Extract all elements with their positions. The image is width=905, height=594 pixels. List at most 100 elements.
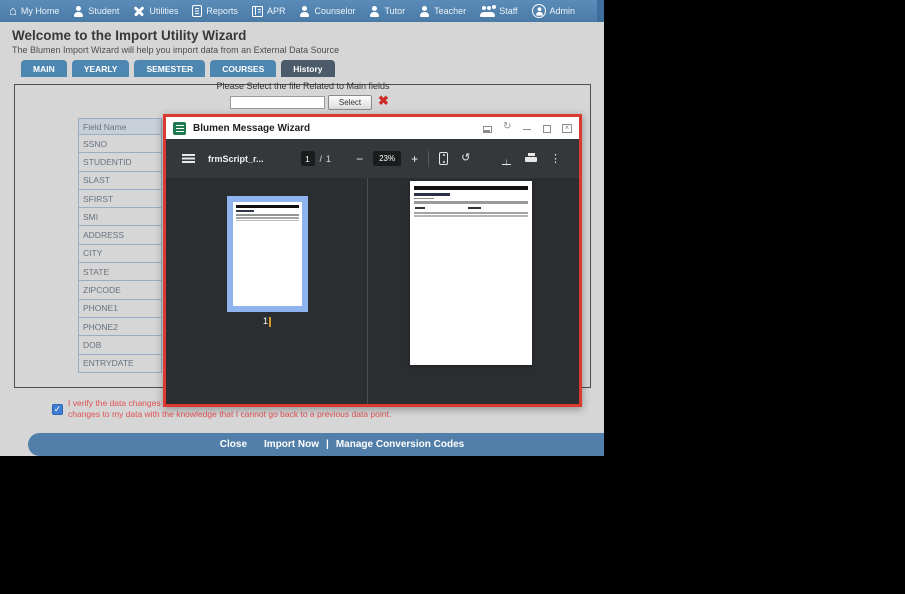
table-row[interactable]: PHONE2 [78, 317, 162, 337]
file-path-input[interactable] [230, 96, 325, 109]
text-cursor [269, 316, 271, 327]
table-row[interactable]: PHONE1 [78, 299, 162, 318]
nav-label: My Home [20, 6, 60, 16]
nav-label: Staff [499, 6, 518, 16]
minimize-icon[interactable] [523, 124, 532, 133]
nav-item-counselor[interactable]: Counselor [292, 0, 362, 22]
document-icon [173, 121, 186, 135]
home-icon [9, 6, 17, 17]
page-title: Welcome to the Import Utility Wizard [12, 28, 247, 43]
rotate-icon[interactable] [461, 153, 470, 164]
field-table: Field Name SSNO STUDENTID SLAST SFIRST S… [78, 118, 162, 373]
page-separator: / [319, 153, 323, 164]
nav-label: Tutor [384, 6, 406, 16]
teacher-icon [419, 5, 430, 17]
nav-item-student[interactable]: Student [66, 0, 126, 22]
nav-item-staff[interactable]: Staff [473, 0, 524, 22]
page-preview-pane [368, 178, 579, 404]
apr-icon [251, 5, 263, 17]
footer-action-bar: Close Import Now | Manage Conversion Cod… [28, 433, 604, 456]
table-row[interactable]: SFIRST [78, 189, 162, 209]
maximize-icon[interactable] [543, 124, 551, 133]
pdf-page-preview [410, 181, 532, 365]
more-options-icon[interactable] [550, 152, 561, 165]
nav-label: Utilities [149, 6, 179, 16]
verify-checkbox[interactable]: ✓ [52, 404, 63, 415]
fit-page-icon[interactable] [439, 152, 449, 165]
navbar-edge [597, 0, 604, 22]
download-icon[interactable] [501, 152, 512, 165]
table-row[interactable]: SSNO [78, 135, 162, 154]
tutor-icon [369, 5, 380, 17]
table-row[interactable]: DOB [78, 336, 162, 355]
table-row[interactable]: CITY [78, 244, 162, 264]
tab-courses[interactable]: COURSES [210, 60, 277, 77]
page-subtitle: The Blumen Import Wizard will help you i… [12, 45, 340, 55]
restore-window-icon[interactable] [483, 125, 492, 133]
page-total: 1 [326, 153, 332, 164]
verify-line-2: changes to my data with the knowledge th… [68, 408, 392, 419]
close-icon[interactable] [562, 124, 572, 133]
nav-label: APR [266, 6, 286, 16]
blumen-message-wizard-modal: Blumen Message Wizard frmScript_r... 1 /… [163, 114, 582, 407]
tab-history[interactable]: History [281, 60, 335, 77]
pdf-content-area: 1 [166, 178, 579, 404]
page-number-input[interactable]: 1 [300, 151, 315, 166]
admin-icon [531, 4, 546, 18]
wizard-tabs: MAIN YEARLY SEMESTER COURSES History [21, 60, 335, 77]
import-now-button[interactable]: Import Now [264, 439, 319, 450]
nav-item-utilities[interactable]: Utilities [126, 0, 185, 22]
nav-item-admin[interactable]: Admin [525, 0, 583, 22]
refresh-icon[interactable] [503, 121, 512, 133]
top-navbar: My Home Student Utilities Reports APR Co… [0, 0, 604, 22]
app-window: My Home Student Utilities Reports APR Co… [0, 0, 604, 456]
file-select-prompt: Please Select the file Related to Main f… [216, 81, 390, 91]
table-row[interactable]: ENTRYDATE [78, 354, 162, 373]
modal-titlebar: Blumen Message Wizard [166, 117, 579, 139]
table-row[interactable]: STATE [78, 263, 162, 282]
nav-item-reports[interactable]: Reports [185, 0, 245, 22]
nav-label: Student [88, 6, 120, 16]
pdf-toolbar: frmScript_r... 1 / 1 − 23% + [166, 139, 579, 178]
close-button[interactable]: Close [220, 439, 247, 450]
zoom-out-button[interactable]: − [356, 152, 363, 166]
nav-item-apr[interactable]: APR [245, 0, 293, 22]
page-thumbnail-selected[interactable] [227, 196, 308, 312]
counselor-icon [299, 5, 310, 17]
thumbnail-pane: 1 [166, 178, 368, 404]
nav-label: Counselor [314, 6, 356, 16]
reports-icon [192, 5, 203, 17]
print-icon[interactable] [525, 153, 537, 164]
footer-divider: | [326, 439, 329, 450]
tab-yearly[interactable]: YEARLY [71, 60, 130, 77]
table-row[interactable]: SMI [78, 208, 162, 227]
clear-file-icon[interactable]: ✖ [378, 93, 389, 109]
nav-item-teacher[interactable]: Teacher [412, 0, 473, 22]
student-icon [73, 5, 84, 17]
table-row[interactable]: STUDENTID [78, 153, 162, 172]
toolbar-divider [428, 150, 430, 167]
zoom-level[interactable]: 23% [373, 151, 402, 166]
nav-item-tutor[interactable]: Tutor [362, 0, 412, 22]
table-row[interactable]: SLAST [78, 171, 162, 190]
nav-label: Reports [206, 6, 238, 16]
staff-icon [480, 5, 496, 17]
thumbnail-page-number: 1 [166, 316, 368, 327]
nav-label: Admin [549, 6, 576, 16]
thumbnail-page [233, 202, 302, 306]
nav-label: Teacher [434, 6, 467, 16]
table-row[interactable]: ADDRESS [78, 226, 162, 245]
window-controls [483, 121, 572, 133]
select-file-button[interactable]: Select [328, 95, 372, 110]
modal-title: Blumen Message Wizard [193, 122, 311, 134]
manage-conversion-codes-button[interactable]: Manage Conversion Codes [336, 439, 464, 450]
zoom-in-button[interactable]: + [411, 152, 418, 166]
nav-item-my-home[interactable]: My Home [2, 0, 66, 22]
pdf-doc-name: frmScript_r... [208, 153, 264, 164]
tab-main[interactable]: MAIN [21, 60, 67, 77]
menu-icon[interactable] [182, 154, 195, 163]
tab-semester[interactable]: SEMESTER [134, 60, 206, 77]
field-table-header: Field Name [78, 118, 162, 135]
table-row[interactable]: ZIPCODE [78, 281, 162, 300]
utilities-icon [133, 5, 145, 17]
